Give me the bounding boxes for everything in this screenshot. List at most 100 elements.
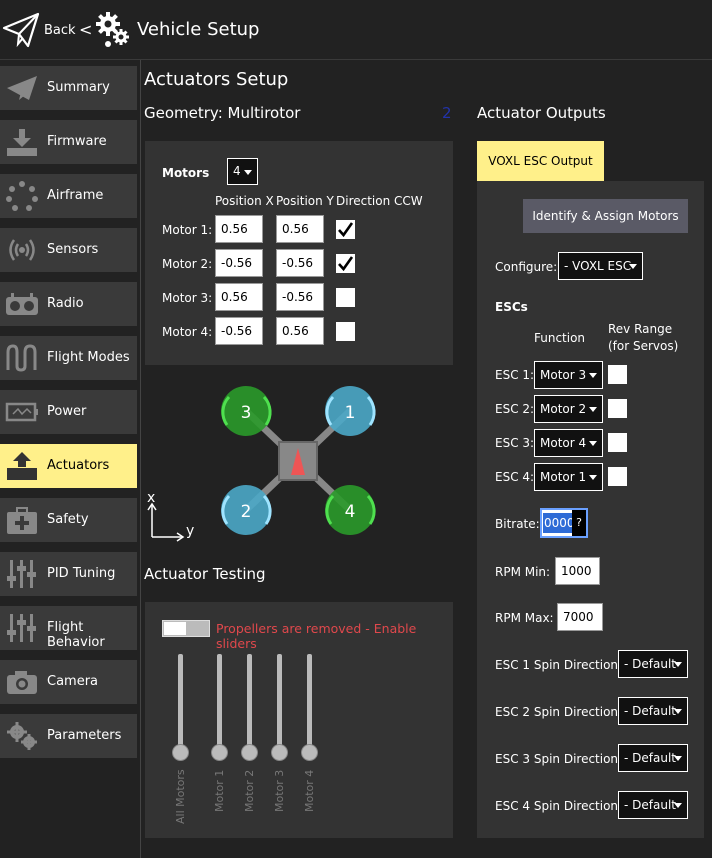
sidebar-item-label: Safety [47, 512, 89, 527]
esc-2-spin-direction-value: - Default [624, 704, 676, 718]
sidebar-item-flight-modes[interactable]: Flight Modes [0, 336, 137, 380]
rotor-1: 1 [325, 386, 376, 436]
motor-2-slider[interactable] [241, 744, 258, 761]
sidebar-item-firmware[interactable]: Firmware [0, 120, 137, 164]
identify-assign-motors-button[interactable]: Identify & Assign Motors [523, 199, 688, 233]
esc-4-rev-range-checkbox[interactable] [608, 467, 627, 486]
sidebar-item-airframe[interactable]: Airframe [0, 174, 137, 218]
spin-direction-label: ESC 3 Spin Direction: [495, 752, 623, 766]
tab-voxl-esc-output[interactable]: VOXL ESC Output [477, 141, 604, 181]
radio-icon [6, 293, 38, 315]
sidebar-item-power[interactable]: Power [0, 390, 137, 434]
esc-1-spin-direction-value: - Default [624, 657, 676, 671]
motor-2-position-y-input[interactable]: -0.56 [276, 249, 324, 277]
sidebar-item-sensors[interactable]: Sensors [0, 228, 137, 272]
sensors-icon [9, 239, 35, 261]
bitrate-help-icon[interactable]: ? [572, 510, 586, 536]
slider-track [247, 654, 252, 750]
sidebar-item-safety[interactable]: Safety [0, 498, 137, 542]
motor-row-label: Motor 2: [162, 257, 213, 271]
motor-1-position-y-input[interactable]: 0.56 [276, 215, 324, 243]
all-motors-slider[interactable] [172, 744, 189, 761]
motors-panel: Motors 4 Position X Position Y Direction… [145, 141, 453, 365]
back-button[interactable]: Back [44, 23, 76, 38]
sidebar-item-label: Sensors [47, 242, 99, 257]
motor-4-position-y-input[interactable]: 0.56 [276, 317, 324, 345]
esc-2-rev-range-checkbox[interactable] [608, 399, 627, 418]
esc-3-spin-direction-select[interactable]: - Default [618, 744, 688, 772]
rpm-min-input[interactable]: 1000 [555, 557, 600, 585]
gears-icon [96, 12, 129, 47]
motor-2-position-x-input[interactable]: -0.56 [215, 249, 263, 277]
page-title: Vehicle Setup [137, 19, 260, 40]
esc-4-function-select[interactable]: Motor 1 [534, 463, 603, 491]
slider-label: Motor 4 [303, 769, 316, 812]
esc-1-rev-range-checkbox[interactable] [608, 365, 627, 384]
flight-modes-icon [6, 344, 37, 372]
esc-1-function-select[interactable]: Motor 3 [534, 361, 603, 389]
sidebar-item-label: Parameters [47, 728, 122, 743]
esc-3-spin-direction-value: - Default [624, 751, 676, 765]
motor-1-position-x-input[interactable]: 0.56 [215, 215, 263, 243]
motor-1-slider[interactable] [211, 744, 228, 761]
sidebar-item-pid-tuning[interactable]: PID Tuning [0, 552, 137, 596]
esc-3-function-value: Motor 4 [540, 436, 587, 450]
airframe-icon [6, 181, 38, 211]
sidebar-item-label: Summary [47, 80, 110, 95]
configure-select[interactable]: - VOXL ESC [558, 252, 643, 280]
motor-1-ccw-checkbox[interactable] [336, 220, 355, 239]
breadcrumb-separator: < [79, 20, 93, 39]
motor-2-ccw-checkbox[interactable] [336, 254, 355, 273]
esc-3-rev-range-checkbox[interactable] [608, 433, 627, 452]
slider-label: Motor 3 [273, 769, 286, 812]
motor-3-position-x-input[interactable]: 0.56 [215, 283, 263, 311]
motor-4-position-x-input[interactable]: -0.56 [215, 317, 263, 345]
sidebar-item-flight-behavior[interactable]: Flight Behavior [0, 606, 137, 650]
sidebar-item-camera[interactable]: Camera [0, 660, 137, 704]
column-header-position-y: Position Y [276, 194, 334, 208]
esc-4-spin-direction-select[interactable]: - Default [618, 791, 688, 819]
top-bar: Back < Vehicle Setup [0, 0, 712, 60]
esc-2-function-select[interactable]: Motor 2 [534, 395, 603, 423]
slider-track [277, 654, 282, 750]
sliders-icon [7, 560, 36, 588]
motor-4-slider[interactable] [301, 744, 318, 761]
sidebar-item-summary[interactable]: Summary [0, 66, 137, 110]
rotor-1-label: 1 [345, 403, 356, 423]
function-header: Function [534, 331, 586, 345]
esc-row-label: ESC 2: [495, 402, 535, 416]
rotor-4-label: 4 [345, 502, 356, 522]
propellers-warning: Propellers are removed - Enable sliders [216, 621, 417, 651]
bitrate-input[interactable]: 0000 ? [540, 508, 588, 538]
esc-3-function-select[interactable]: Motor 4 [534, 429, 603, 457]
sidebar-divider [140, 60, 141, 858]
actuators-icon [7, 452, 37, 480]
esc-1-spin-direction-select[interactable]: - Default [618, 650, 688, 678]
sidebar-item-radio[interactable]: Radio [0, 282, 137, 326]
configure-value: - VOXL ESC [564, 259, 632, 273]
motor-row-label: Motor 3: [162, 291, 213, 305]
rev-range-subheader: (for Servos) [608, 339, 679, 353]
rotor-2: 2 [221, 485, 272, 535]
sidebar-item-parameters[interactable]: Parameters [0, 714, 137, 758]
motors-count-select[interactable]: 4 [227, 158, 258, 185]
motor-3-position-y-input[interactable]: -0.56 [276, 283, 324, 311]
sidebar-item-label: Actuators [47, 458, 110, 473]
motor-4-ccw-checkbox[interactable] [336, 322, 355, 341]
paper-plane-icon[interactable] [2, 12, 40, 48]
motor-3-slider[interactable] [271, 744, 288, 761]
motor-3-ccw-checkbox[interactable] [336, 288, 355, 307]
spin-direction-label: ESC 2 Spin Direction: [495, 705, 623, 719]
section-title-actuators-setup: Actuators Setup [144, 69, 289, 90]
esc-4-spin-direction-value: - Default [624, 798, 676, 812]
enable-sliders-toggle[interactable] [162, 620, 210, 637]
sidebar-item-label: Firmware [47, 134, 107, 149]
rpm-min-label: RPM Min: [495, 565, 551, 579]
rpm-max-input[interactable]: 7000 [557, 603, 603, 631]
chevron-down-icon [589, 441, 597, 446]
sidebar-item-actuators[interactable]: Actuators [0, 444, 137, 488]
chevron-down-icon [674, 662, 682, 667]
checkmark-icon [338, 222, 354, 238]
rev-range-header: Rev Range [608, 322, 673, 336]
esc-2-spin-direction-select[interactable]: - Default [618, 697, 688, 725]
